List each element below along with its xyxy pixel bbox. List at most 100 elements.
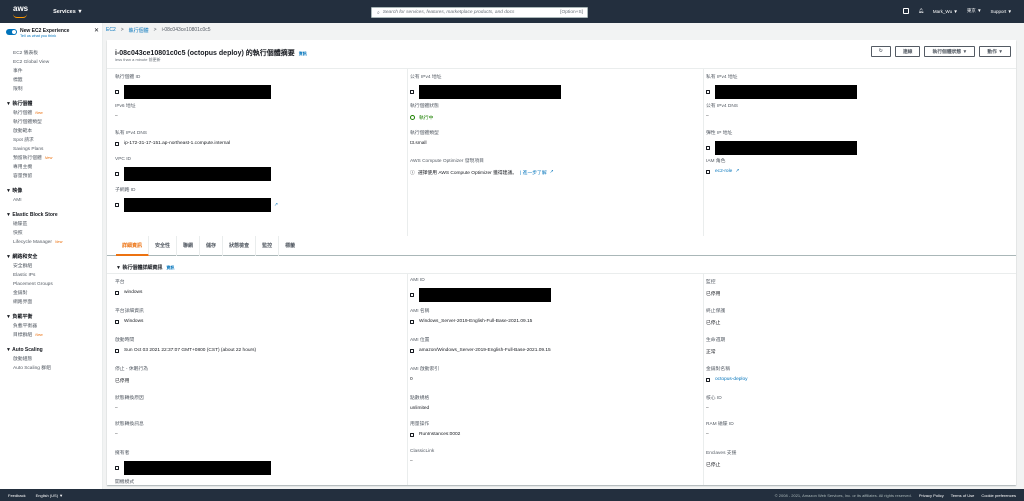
support-menu[interactable]: Support ▼	[991, 9, 1012, 14]
copy-icon[interactable]	[115, 290, 119, 295]
details-section-header[interactable]: ▼ 執行個體詳細資訊 資訊	[116, 264, 174, 271]
sidebar-section[interactable]: ▼ 負載平衡	[0, 313, 102, 322]
learn-more-link[interactable]: | 進一步了解	[520, 169, 547, 176]
external-link-icon[interactable]: ↗	[550, 170, 554, 175]
copy-icon[interactable]	[115, 90, 119, 94]
close-icon[interactable]: ✕	[94, 27, 99, 34]
field-label: AWS Compute Optimizer 發現項目	[410, 159, 484, 164]
copy-icon[interactable]	[410, 90, 414, 94]
aws-logo[interactable]: aws	[13, 4, 28, 19]
tab-6[interactable]: 標籤	[279, 236, 301, 256]
cloudshell-icon[interactable]	[903, 8, 910, 14]
region-menu[interactable]: 東京 ▼	[967, 8, 982, 14]
tab-5[interactable]: 監控	[256, 235, 280, 256]
field-label: 執行個體 ID	[115, 75, 141, 80]
instance-summary-panel: i-08c043ce10801c0c5 (octopus deploy) 的執行…	[107, 40, 1016, 495]
sidebar-item[interactable]: AMI	[0, 196, 102, 205]
copy-icon[interactable]	[115, 348, 119, 353]
actions-button[interactable]: 動作 ▼	[979, 46, 1011, 57]
copy-icon[interactable]	[115, 203, 119, 207]
tab-3[interactable]: 儲存	[200, 235, 224, 256]
external-link-icon[interactable]: ↗	[274, 203, 278, 208]
sidebar-section[interactable]: ▼ 映像	[0, 187, 102, 196]
sidebar-item[interactable]: Savings Plans	[0, 145, 102, 154]
breadcrumb-instances[interactable]: 執行個體	[129, 27, 149, 34]
sidebar-item[interactable]: 標籤	[0, 76, 102, 85]
sidebar-item[interactable]: 負載平衡器	[0, 322, 102, 331]
copy-icon[interactable]	[115, 319, 119, 324]
sidebar-item[interactable]: 執行個體類型	[0, 118, 102, 127]
sidebar-section[interactable]: ▼ 網路和安全	[0, 253, 102, 262]
new-experience-toggle[interactable]: New EC2 Experience Tell us what you think	[0, 26, 102, 40]
private-dns-field: 私有 IPv4 DNS ip-172-31-17-151.ap-northeas…	[115, 129, 230, 146]
language-selector[interactable]: English (US) ▼	[36, 493, 64, 498]
tab-1[interactable]: 安全性	[149, 235, 178, 256]
user-menu[interactable]: Mark_Wu ▼	[933, 9, 958, 14]
sidebar-item[interactable]: 快照	[0, 229, 102, 238]
copy-icon[interactable]	[706, 169, 710, 174]
copy-icon[interactable]	[706, 90, 710, 94]
bell-icon[interactable]: 🔔︎	[918, 8, 924, 14]
tab-2[interactable]: 聯網	[177, 235, 201, 256]
sidebar-item[interactable]: Elastic IPs	[0, 271, 102, 280]
copy-icon[interactable]	[115, 141, 119, 146]
field-value: ip-172-31-17-151.ap-northeast-1.compute.…	[124, 141, 231, 146]
sidebar-item[interactable]: 啟動組態	[0, 355, 102, 364]
sidebar-item[interactable]: Auto Scaling 群組	[0, 364, 102, 373]
sidebar-item[interactable]: 限制	[0, 85, 102, 94]
sidebar-item[interactable]: 執行個體 New	[0, 109, 102, 118]
breadcrumb-current: i-08c043ce10801c0c5	[161, 27, 211, 33]
sidebar-item[interactable]: 啟動範本	[0, 127, 102, 136]
sidebar-item[interactable]: 預留執行個體 New	[0, 154, 102, 163]
instance-state-button[interactable]: 執行個體狀態 ▼	[924, 46, 976, 57]
copy-icon[interactable]	[410, 293, 414, 297]
copyright: © 2008 - 2021, Amazon Web Services, Inc.…	[774, 492, 912, 498]
sidebar-item[interactable]: 磁碟區	[0, 220, 102, 229]
sidebar-section[interactable]: ▼ Auto Scaling	[0, 346, 102, 355]
copy-icon[interactable]	[706, 146, 710, 150]
breadcrumb-ec2[interactable]: EC2	[106, 27, 116, 34]
sidebar-item[interactable]: 事件	[0, 67, 102, 76]
sidebar-item[interactable]: Spot 請求	[0, 136, 102, 145]
sidebar-item[interactable]: 專用主機	[0, 163, 102, 172]
field-value: unlimited	[410, 406, 430, 411]
copy-icon[interactable]	[410, 348, 414, 353]
iam-role-link[interactable]: ec2-role	[715, 169, 732, 174]
tab-4[interactable]: 狀態檢查	[223, 235, 257, 256]
sidebar-item[interactable]: Lifecycle Manager New	[0, 238, 102, 247]
sidebar-item[interactable]: 網路界面	[0, 298, 102, 307]
refresh-button[interactable]: ↻	[870, 46, 891, 57]
tab-0[interactable]: 詳細資訊	[116, 235, 150, 256]
sidebar-item[interactable]: 金鑰對	[0, 289, 102, 298]
copy-icon[interactable]	[410, 432, 414, 437]
copy-icon[interactable]	[115, 466, 119, 470]
terms-link[interactable]: Terms of Use	[951, 493, 975, 498]
info-link[interactable]: 資訊	[299, 51, 307, 56]
key-pair-link[interactable]: octopus-deploy	[715, 377, 748, 382]
external-link-icon[interactable]: ↗	[735, 169, 739, 174]
field-value: –	[115, 114, 118, 119]
copy-icon[interactable]	[706, 377, 710, 382]
sidebar-item[interactable]: EC2 儀表板	[0, 49, 102, 58]
sidebar-item[interactable]: 目標群組 New	[0, 331, 102, 340]
services-menu[interactable]: Services ▼	[53, 9, 83, 15]
field-value: t3.small	[410, 141, 427, 146]
instance-id-field: 執行個體 ID	[115, 73, 271, 99]
sidebar-section[interactable]: ▼ 執行個體	[0, 100, 102, 109]
sidebar-item[interactable]: Placement Groups	[0, 280, 102, 289]
feedback-link[interactable]: Feedback	[8, 493, 26, 498]
field-value: RunInstances:0002	[419, 432, 461, 437]
cookies-link[interactable]: Cookie preferences	[981, 493, 1016, 498]
toggle-switch[interactable]	[6, 29, 17, 35]
connect-button[interactable]: 連線	[894, 46, 921, 57]
sidebar-item[interactable]: 容量預留	[0, 172, 102, 181]
copy-icon[interactable]	[115, 172, 119, 176]
sidebar-item[interactable]: EC2 Global View	[0, 58, 102, 67]
info-link[interactable]: 資訊	[166, 265, 174, 270]
experience-feedback-link[interactable]: Tell us what you think	[20, 34, 69, 38]
sidebar-item[interactable]: 安全群組	[0, 262, 102, 271]
copy-icon[interactable]	[410, 319, 414, 324]
search-input[interactable]: ⌕ Search for services, features, marketpl…	[371, 7, 588, 18]
privacy-link[interactable]: Privacy Policy	[919, 493, 944, 498]
sidebar-section[interactable]: ▼ Elastic Block Store	[0, 211, 102, 220]
